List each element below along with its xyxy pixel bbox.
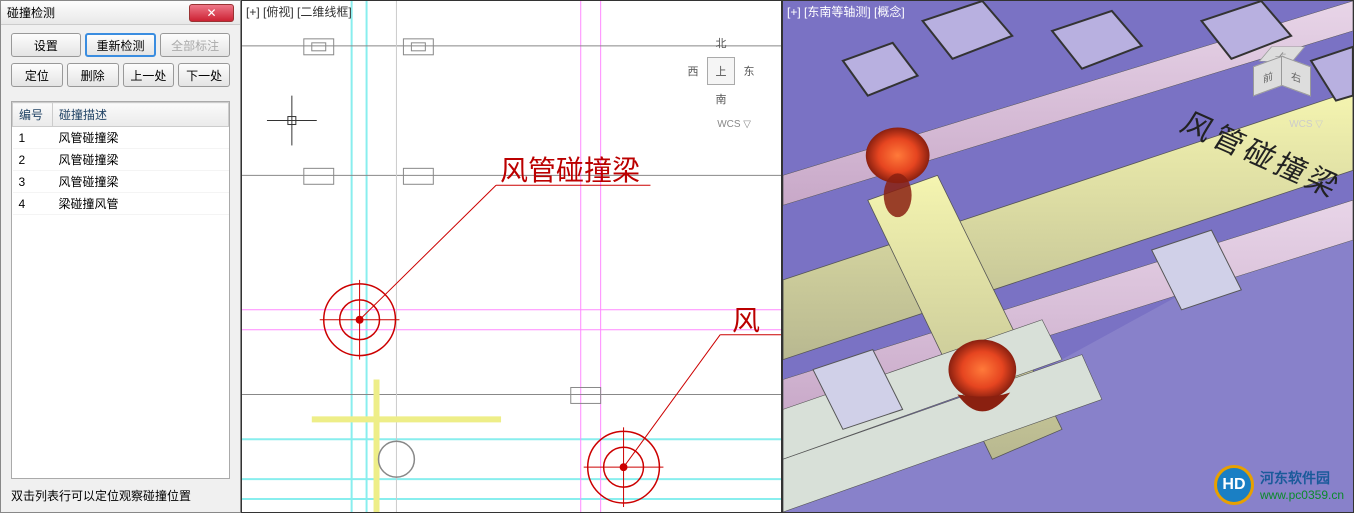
button-rows: 设置 重新检测 全部标注 定位 删除 上一处 下一处 bbox=[1, 25, 240, 101]
viewport-3d-label[interactable]: [+] [东南等轴测] [概念] bbox=[787, 3, 905, 20]
next-button[interactable]: 下一处 bbox=[178, 63, 230, 87]
recheck-button[interactable]: 重新检测 bbox=[85, 33, 157, 57]
table-row[interactable]: 1风管碰撞梁 bbox=[13, 127, 229, 149]
table-row[interactable]: 4梁碰撞风管 bbox=[13, 193, 229, 215]
viewcube-2d[interactable]: 北 南 西 东 上 bbox=[681, 31, 761, 111]
cube-west[interactable]: 西 bbox=[679, 57, 707, 85]
cube-east[interactable]: 东 bbox=[735, 57, 763, 85]
panel-titlebar[interactable]: 碰撞检测 ✕ bbox=[1, 1, 240, 25]
close-button[interactable]: ✕ bbox=[189, 4, 234, 22]
collision-table-wrap: 编号 碰撞描述 1风管碰撞梁 2风管碰撞梁 3风管碰撞梁 4梁碰撞风管 bbox=[11, 101, 230, 479]
locate-button[interactable]: 定位 bbox=[11, 63, 63, 87]
annotate-all-button[interactable]: 全部标注 bbox=[160, 33, 230, 57]
cube-top[interactable]: 上 bbox=[707, 57, 735, 85]
viewport-2d-label[interactable]: [+] [俯视] [二维线框] bbox=[246, 3, 352, 20]
cube-south[interactable]: 南 bbox=[707, 85, 735, 113]
watermark-cn: 河东软件园 bbox=[1260, 468, 1344, 488]
collision-sphere-2 bbox=[948, 340, 1016, 400]
annotation-1: 风管碰撞梁 bbox=[500, 149, 640, 189]
hint-text: 双击列表行可以定位观察碰撞位置 bbox=[1, 479, 240, 512]
table-row[interactable]: 2风管碰撞梁 bbox=[13, 149, 229, 171]
watermark-logo-icon: HD bbox=[1214, 465, 1254, 505]
cube-north[interactable]: 北 bbox=[707, 29, 735, 57]
settings-button[interactable]: 设置 bbox=[11, 33, 81, 57]
prev-button[interactable]: 上一处 bbox=[123, 63, 175, 87]
panel-title: 碰撞检测 bbox=[7, 4, 55, 21]
col-desc[interactable]: 碰撞描述 bbox=[53, 103, 229, 127]
wcs-label-3d[interactable]: WCS ▽ bbox=[1289, 119, 1323, 130]
annotation-2: 风 bbox=[732, 299, 760, 339]
viewcube-3d[interactable]: 上 前 右 bbox=[1243, 41, 1313, 111]
watermark: HD 河东软件园 www.pc0359.cn bbox=[1214, 465, 1344, 505]
watermark-url: www.pc0359.cn bbox=[1260, 488, 1344, 502]
viewport-3d[interactable]: [+] [东南等轴测] [概念] 上 前 右 WCS ▽ bbox=[782, 0, 1354, 513]
table-row[interactable]: 3风管碰撞梁 bbox=[13, 171, 229, 193]
cube3d-right[interactable]: 右 bbox=[1281, 56, 1311, 97]
col-id[interactable]: 编号 bbox=[13, 103, 53, 127]
viewport-2d[interactable]: [+] [俯视] [二维线框] 北 南 西 东 上 WCS ▽ bbox=[241, 0, 782, 513]
delete-button[interactable]: 删除 bbox=[67, 63, 119, 87]
cube3d-front[interactable]: 前 bbox=[1253, 56, 1283, 97]
collision-table[interactable]: 编号 碰撞描述 1风管碰撞梁 2风管碰撞梁 3风管碰撞梁 4梁碰撞风管 bbox=[12, 102, 229, 215]
wcs-label-2d[interactable]: WCS ▽ bbox=[717, 119, 751, 130]
collision-panel: 碰撞检测 ✕ 设置 重新检测 全部标注 定位 删除 上一处 下一处 编号 碰撞描… bbox=[0, 0, 241, 513]
